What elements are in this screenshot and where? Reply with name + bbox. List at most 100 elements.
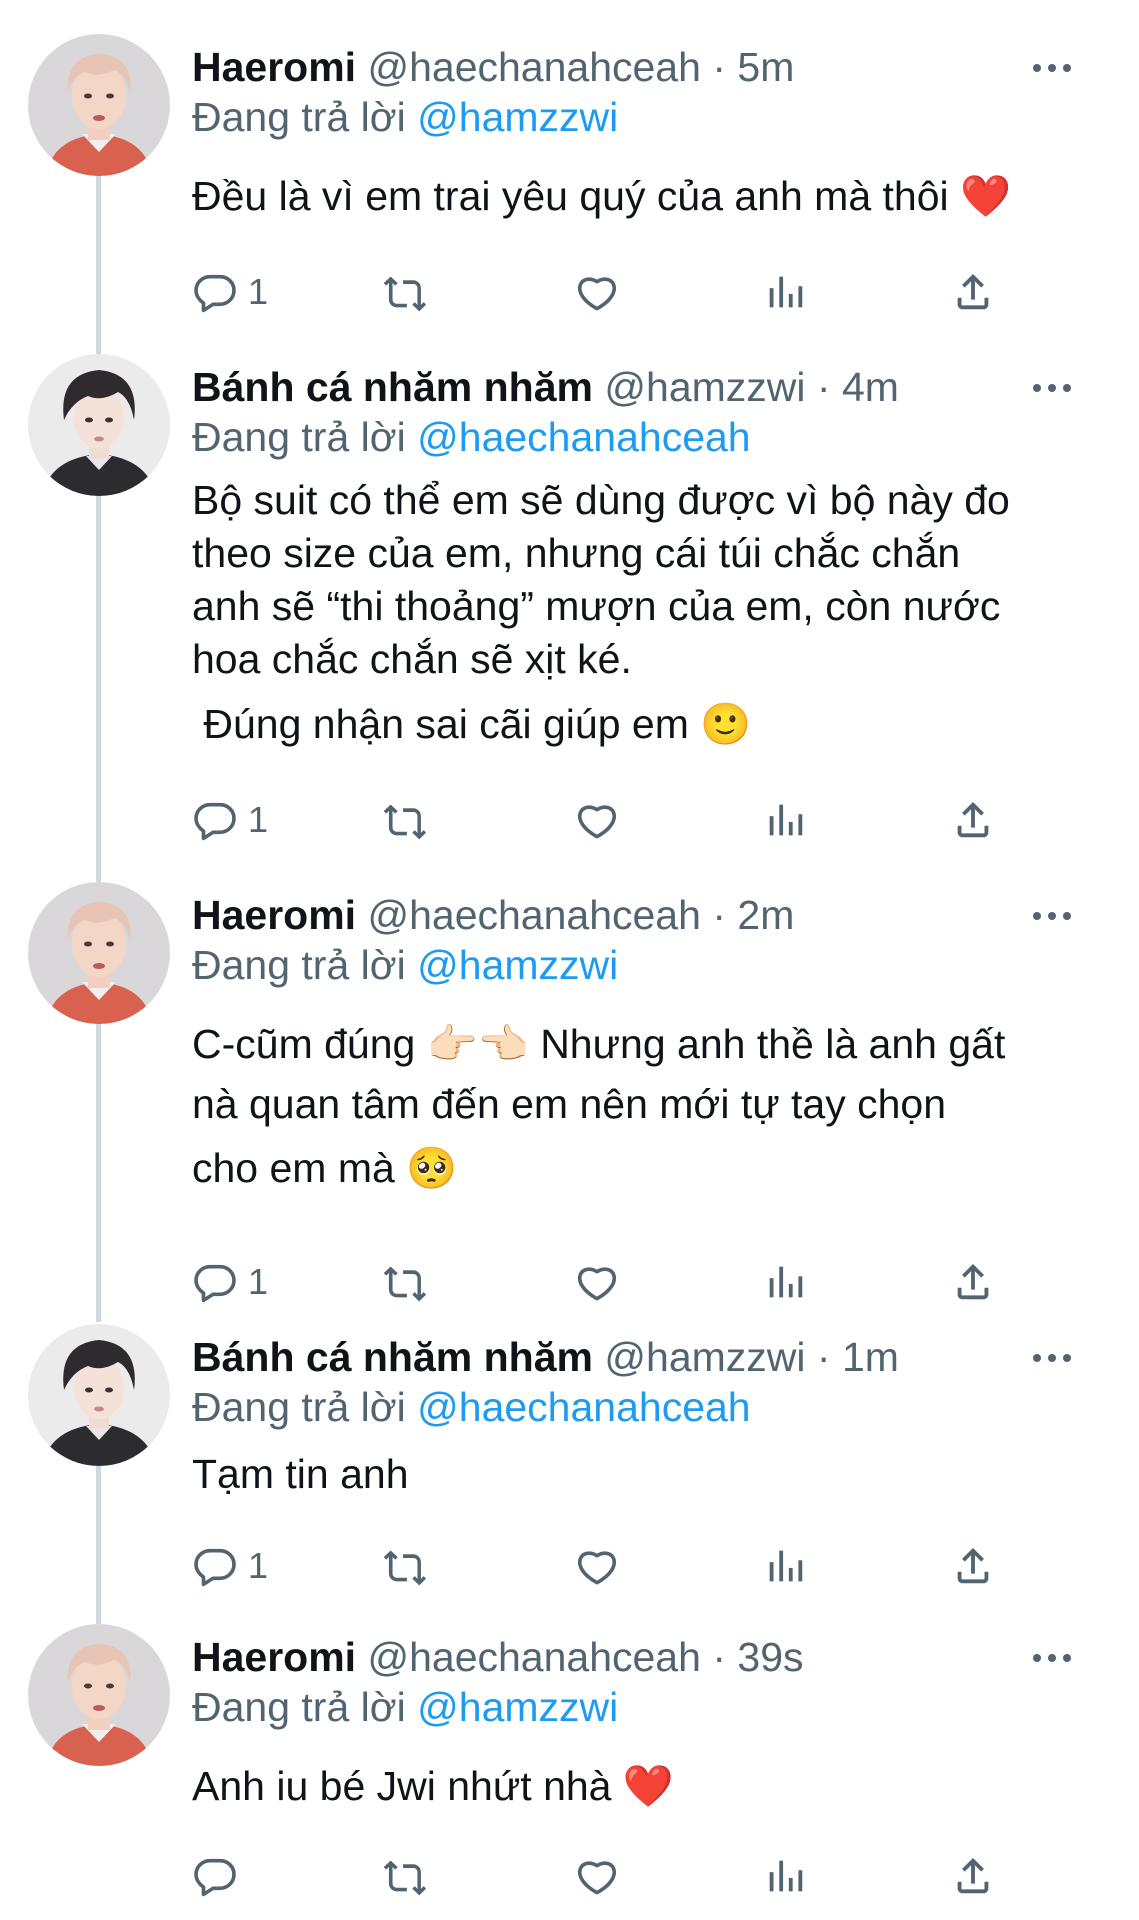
user-handle[interactable]: @haechanahceah (367, 44, 700, 90)
user-handle[interactable]: @hamzzwi (604, 364, 805, 410)
views-icon (762, 1259, 808, 1305)
share-button[interactable] (950, 1254, 996, 1310)
timestamp[interactable]: 5m (737, 44, 794, 90)
dot-separator: · (816, 364, 831, 410)
display-name[interactable]: Bánh cá nhăm nhăm (192, 364, 593, 410)
tweet-actions: 1 (192, 1538, 1139, 1594)
reply-button[interactable]: 1 (192, 1538, 268, 1594)
like-button[interactable] (574, 1538, 620, 1594)
reply-to-handle[interactable]: @hamzzwi (417, 94, 618, 140)
reply-to-handle[interactable]: @haechanahceah (417, 414, 750, 460)
share-button[interactable] (950, 792, 996, 848)
user-handle[interactable]: @haechanahceah (367, 1634, 700, 1680)
like-button[interactable] (574, 1848, 620, 1904)
replying-to: Đang trả lời @hamzzwi (192, 1682, 618, 1732)
thread-line (96, 1466, 101, 1624)
tweet-line: nà quan tâm đến em nên mới tự tay chọn (192, 1081, 947, 1127)
tweet-text: Anh iu bé Jwi nhứt nhà ❤️ (192, 1758, 1099, 1814)
tweet-header: Haeromi @haechanahceah · 39s (192, 1632, 1039, 1682)
tweet-header: Bánh cá nhăm nhăm @hamzzwi · 4m (192, 362, 1039, 412)
retweet-button[interactable] (382, 1848, 428, 1904)
tweet-text: Đều là vì em trai yêu quý của anh mà thô… (192, 168, 1099, 224)
display-name[interactable]: Bánh cá nhăm nhăm (192, 1334, 593, 1380)
user-handle[interactable]: @haechanahceah (367, 892, 700, 938)
views-button[interactable] (762, 264, 808, 320)
more-icon[interactable] (1027, 896, 1077, 936)
like-button[interactable] (574, 264, 620, 320)
timestamp[interactable]: 1m (842, 1334, 899, 1380)
reply-prefix: Đang trả lời (192, 94, 406, 140)
like-button[interactable] (574, 1254, 620, 1310)
retweet-icon (382, 269, 428, 315)
heart-icon (574, 269, 620, 315)
display-name[interactable]: Haeromi (192, 1634, 356, 1680)
tweet-line: Đúng nhận sai cãi giúp em 🙂 (192, 701, 752, 747)
reply-to-handle[interactable]: @haechanahceah (417, 1384, 750, 1430)
reply-count: 1 (248, 1545, 269, 1586)
reply-prefix: Đang trả lời (192, 1384, 406, 1430)
share-button[interactable] (950, 264, 996, 320)
dot-separator: · (816, 1334, 831, 1380)
display-name[interactable]: Haeromi (192, 892, 356, 938)
tweet-actions: 1 (192, 792, 1139, 848)
retweet-button[interactable] (382, 264, 428, 320)
share-button[interactable] (950, 1538, 996, 1594)
share-button[interactable] (950, 1848, 996, 1904)
display-name[interactable]: Haeromi (192, 44, 356, 90)
tweet-line: Đều là vì em trai yêu quý của anh mà thô… (192, 173, 1012, 219)
replying-to: Đang trả lời @hamzzwi (192, 940, 618, 990)
reply-to-handle[interactable]: @hamzzwi (417, 1684, 618, 1730)
thread-line (96, 176, 101, 354)
replying-to: Đang trả lời @haechanahceah (192, 412, 751, 462)
retweet-icon (382, 1543, 428, 1589)
more-icon[interactable] (1027, 368, 1077, 408)
tweet-line: C-cũm đúng 👉🏻👈🏻 Nhưng anh thề là anh gất (192, 1021, 1006, 1067)
replying-to: Đang trả lời @haechanahceah (192, 1382, 751, 1432)
reply-button[interactable]: 1 (192, 264, 268, 320)
retweet-button[interactable] (382, 792, 428, 848)
views-icon (762, 269, 808, 315)
tweet-header: Bánh cá nhăm nhăm @hamzzwi · 1m (192, 1332, 1039, 1382)
avatar[interactable] (28, 1324, 170, 1466)
avatar[interactable] (28, 354, 170, 496)
reply-button[interactable]: 1 (192, 792, 268, 848)
tweet-text: Bộ suit có thể em sẽ dùng được vì bộ này… (192, 474, 1099, 751)
share-icon (950, 269, 996, 315)
avatar[interactable] (28, 1624, 170, 1766)
timestamp[interactable]: 4m (842, 364, 899, 410)
reply-icon (192, 1543, 238, 1589)
views-button[interactable] (762, 1848, 808, 1904)
views-button[interactable] (762, 1538, 808, 1594)
avatar[interactable] (28, 882, 170, 1024)
reply-prefix: Đang trả lời (192, 942, 406, 988)
share-icon (950, 1259, 996, 1305)
more-icon[interactable] (1027, 1638, 1077, 1678)
reply-prefix: Đang trả lời (192, 1684, 406, 1730)
heart-icon (574, 1543, 620, 1589)
views-button[interactable] (762, 792, 808, 848)
reply-button[interactable] (192, 1848, 248, 1904)
tweet-line: Anh iu bé Jwi nhứt nhà ❤️ (192, 1763, 674, 1809)
user-handle[interactable]: @hamzzwi (604, 1334, 805, 1380)
reply-button[interactable]: 1 (192, 1254, 268, 1310)
dot-separator: · (712, 1634, 726, 1680)
share-icon (950, 1543, 996, 1589)
like-button[interactable] (574, 792, 620, 848)
reply-to-handle[interactable]: @hamzzwi (417, 942, 618, 988)
retweet-icon (382, 1259, 428, 1305)
tweet-actions (192, 1848, 1139, 1904)
views-button[interactable] (762, 1254, 808, 1310)
timestamp[interactable]: 39s (737, 1634, 803, 1680)
retweet-button[interactable] (382, 1538, 428, 1594)
tweet-actions: 1 (192, 264, 1139, 320)
timestamp[interactable]: 2m (737, 892, 794, 938)
views-icon (762, 1543, 808, 1589)
heart-icon (574, 1259, 620, 1305)
heart-icon (574, 1853, 620, 1899)
avatar[interactable] (28, 34, 170, 176)
more-icon[interactable] (1027, 1338, 1077, 1378)
retweet-button[interactable] (382, 1254, 428, 1310)
views-icon (762, 1853, 808, 1899)
more-icon[interactable] (1027, 48, 1077, 88)
tweet-line: theo size của em, nhưng cái túi chắc chắ… (192, 530, 961, 576)
